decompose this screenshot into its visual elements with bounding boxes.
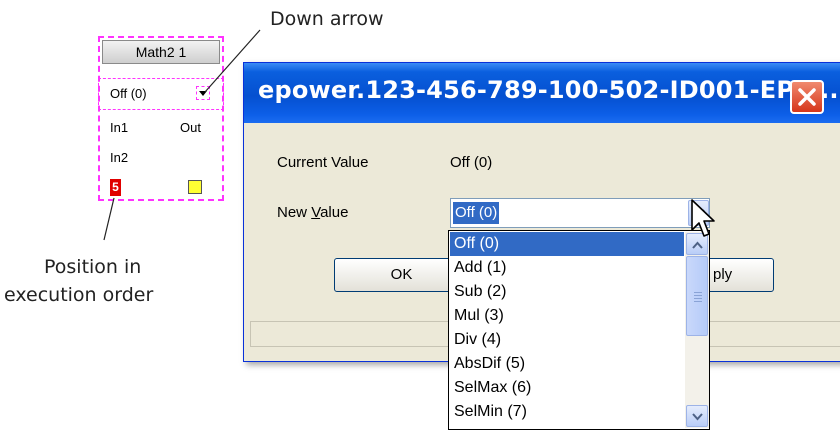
dropdown-option[interactable]: Div (4): [450, 328, 684, 352]
current-value: Off (0): [450, 154, 493, 171]
chevron-down-icon: [692, 413, 703, 421]
chevron-up-icon: [692, 241, 703, 249]
dropdown-option[interactable]: Sub (2): [450, 280, 684, 304]
annotation-position-line2: execution order: [4, 284, 154, 306]
scroll-down-button[interactable]: [686, 405, 708, 427]
dropdown-option[interactable]: SelMax (6): [450, 376, 684, 400]
apply-button-label: ply: [713, 266, 733, 283]
value-dropdown-list[interactable]: Off (0) Add (1) Sub (2) Mul (3) Div (4) …: [448, 230, 710, 430]
new-value-selected: Off (0): [453, 202, 500, 224]
dropdown-option[interactable]: Add (1): [450, 256, 684, 280]
close-button[interactable]: [790, 80, 824, 114]
dropdown-option[interactable]: Mul (3): [450, 304, 684, 328]
dropdown-option[interactable]: AbsDif (5): [450, 352, 684, 376]
dialog-titlebar[interactable]: epower.123-456-789-100-502-ID001-EPo...: [244, 63, 840, 123]
dropdown-option[interactable]: SelMin (7): [450, 400, 684, 424]
new-value-combobox[interactable]: Off (0): [450, 198, 710, 228]
mouse-cursor-icon: [691, 199, 715, 237]
annotation-down-arrow: Down arrow: [270, 8, 384, 30]
close-icon: [798, 88, 816, 106]
current-value-label: Current Value: [277, 154, 369, 171]
scroll-thumb[interactable]: [686, 256, 708, 336]
dropdown-option[interactable]: Off (0): [450, 232, 684, 256]
position-leader: [103, 197, 115, 241]
dropdown-scrollbar[interactable]: [685, 232, 709, 428]
annotation-position-line1: Position in: [44, 256, 142, 278]
dialog-title: epower.123-456-789-100-502-ID001-EPo...: [258, 76, 839, 104]
new-value-label: New Value: [277, 204, 349, 221]
